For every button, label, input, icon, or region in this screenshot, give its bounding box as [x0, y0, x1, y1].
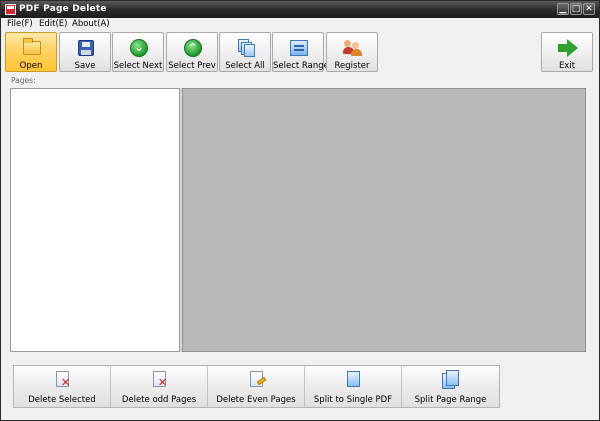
delete-selected-icon: ✕	[54, 370, 72, 390]
select-prev-label: Select Prev	[168, 61, 216, 71]
menu-edit[interactable]: Edit(E)	[39, 19, 67, 29]
menu-file[interactable]: File(F)	[7, 19, 33, 29]
select-all-button[interactable]: Select All	[219, 32, 271, 72]
menu-about[interactable]: About(A)	[72, 19, 110, 29]
delete-even-pages-button[interactable]: Delete Even Pages	[208, 366, 305, 407]
users-icon	[343, 38, 363, 58]
arrow-up-circle-icon: ⌃	[183, 38, 203, 58]
delete-selected-button[interactable]: ✕ Delete Selected	[14, 366, 111, 407]
open-button[interactable]: Open	[5, 32, 57, 72]
menu-bar: File(F) Edit(E) About(A)	[1, 18, 599, 31]
delete-odd-pages-icon: ✕	[151, 370, 169, 390]
page-list[interactable]	[10, 88, 180, 352]
split-single-pdf-button[interactable]: Split to Single PDF	[305, 366, 402, 407]
select-next-button[interactable]: ⌄ Select Next	[112, 32, 164, 72]
register-label: Register	[334, 61, 370, 71]
minimize-button[interactable]: ▁	[557, 3, 569, 15]
split-single-pdf-label: Split to Single PDF	[313, 395, 393, 405]
toolbar: Open Save ⌄ Select Next ⌃ Select Prev Se…	[1, 31, 599, 73]
delete-selected-label: Delete Selected	[28, 395, 96, 405]
delete-odd-pages-button[interactable]: ✕ Delete odd Pages	[111, 366, 208, 407]
delete-odd-pages-label: Delete odd Pages	[121, 395, 197, 405]
folder-open-icon	[22, 38, 42, 58]
open-label: Open	[19, 61, 43, 71]
pages-label: Pages:	[11, 76, 36, 85]
window-title: PDF Page Delete	[19, 4, 107, 14]
page-preview	[182, 88, 586, 352]
pages-stack-icon	[236, 38, 256, 58]
app-window: PDF Page Delete ▁ □ ✕ File(F) Edit(E) Ab…	[0, 0, 600, 421]
exit-label: Exit	[558, 61, 576, 71]
action-bar: ✕ Delete Selected ✕ Delete odd Pages Del…	[13, 365, 500, 408]
select-prev-button[interactable]: ⌃ Select Prev	[166, 32, 218, 72]
select-range-button[interactable]: Select Range	[272, 32, 329, 72]
split-single-icon	[345, 370, 363, 390]
split-range-icon	[442, 370, 460, 390]
delete-even-pages-label: Delete Even Pages	[216, 395, 296, 405]
exit-arrow-icon	[558, 38, 578, 58]
pdf-app-icon	[5, 4, 16, 15]
exit-button[interactable]: Exit	[541, 32, 593, 72]
page-range-icon	[289, 38, 309, 58]
delete-even-pages-icon	[248, 370, 267, 390]
arrow-down-circle-icon: ⌄	[129, 38, 149, 58]
save-button[interactable]: Save	[59, 32, 111, 72]
select-next-label: Select Next	[113, 61, 163, 71]
maximize-button[interactable]: □	[570, 3, 582, 15]
title-bar[interactable]: PDF Page Delete ▁ □ ✕	[1, 1, 599, 18]
close-button[interactable]: ✕	[583, 3, 595, 15]
floppy-disk-icon	[76, 38, 96, 58]
save-label: Save	[74, 61, 96, 71]
status-strip	[1, 411, 599, 420]
select-all-label: Select All	[225, 61, 265, 71]
split-page-range-button[interactable]: Split Page Range	[402, 366, 499, 407]
select-range-label: Select Range	[273, 61, 329, 71]
split-page-range-label: Split Page Range	[414, 395, 487, 405]
register-button[interactable]: Register	[326, 32, 378, 72]
